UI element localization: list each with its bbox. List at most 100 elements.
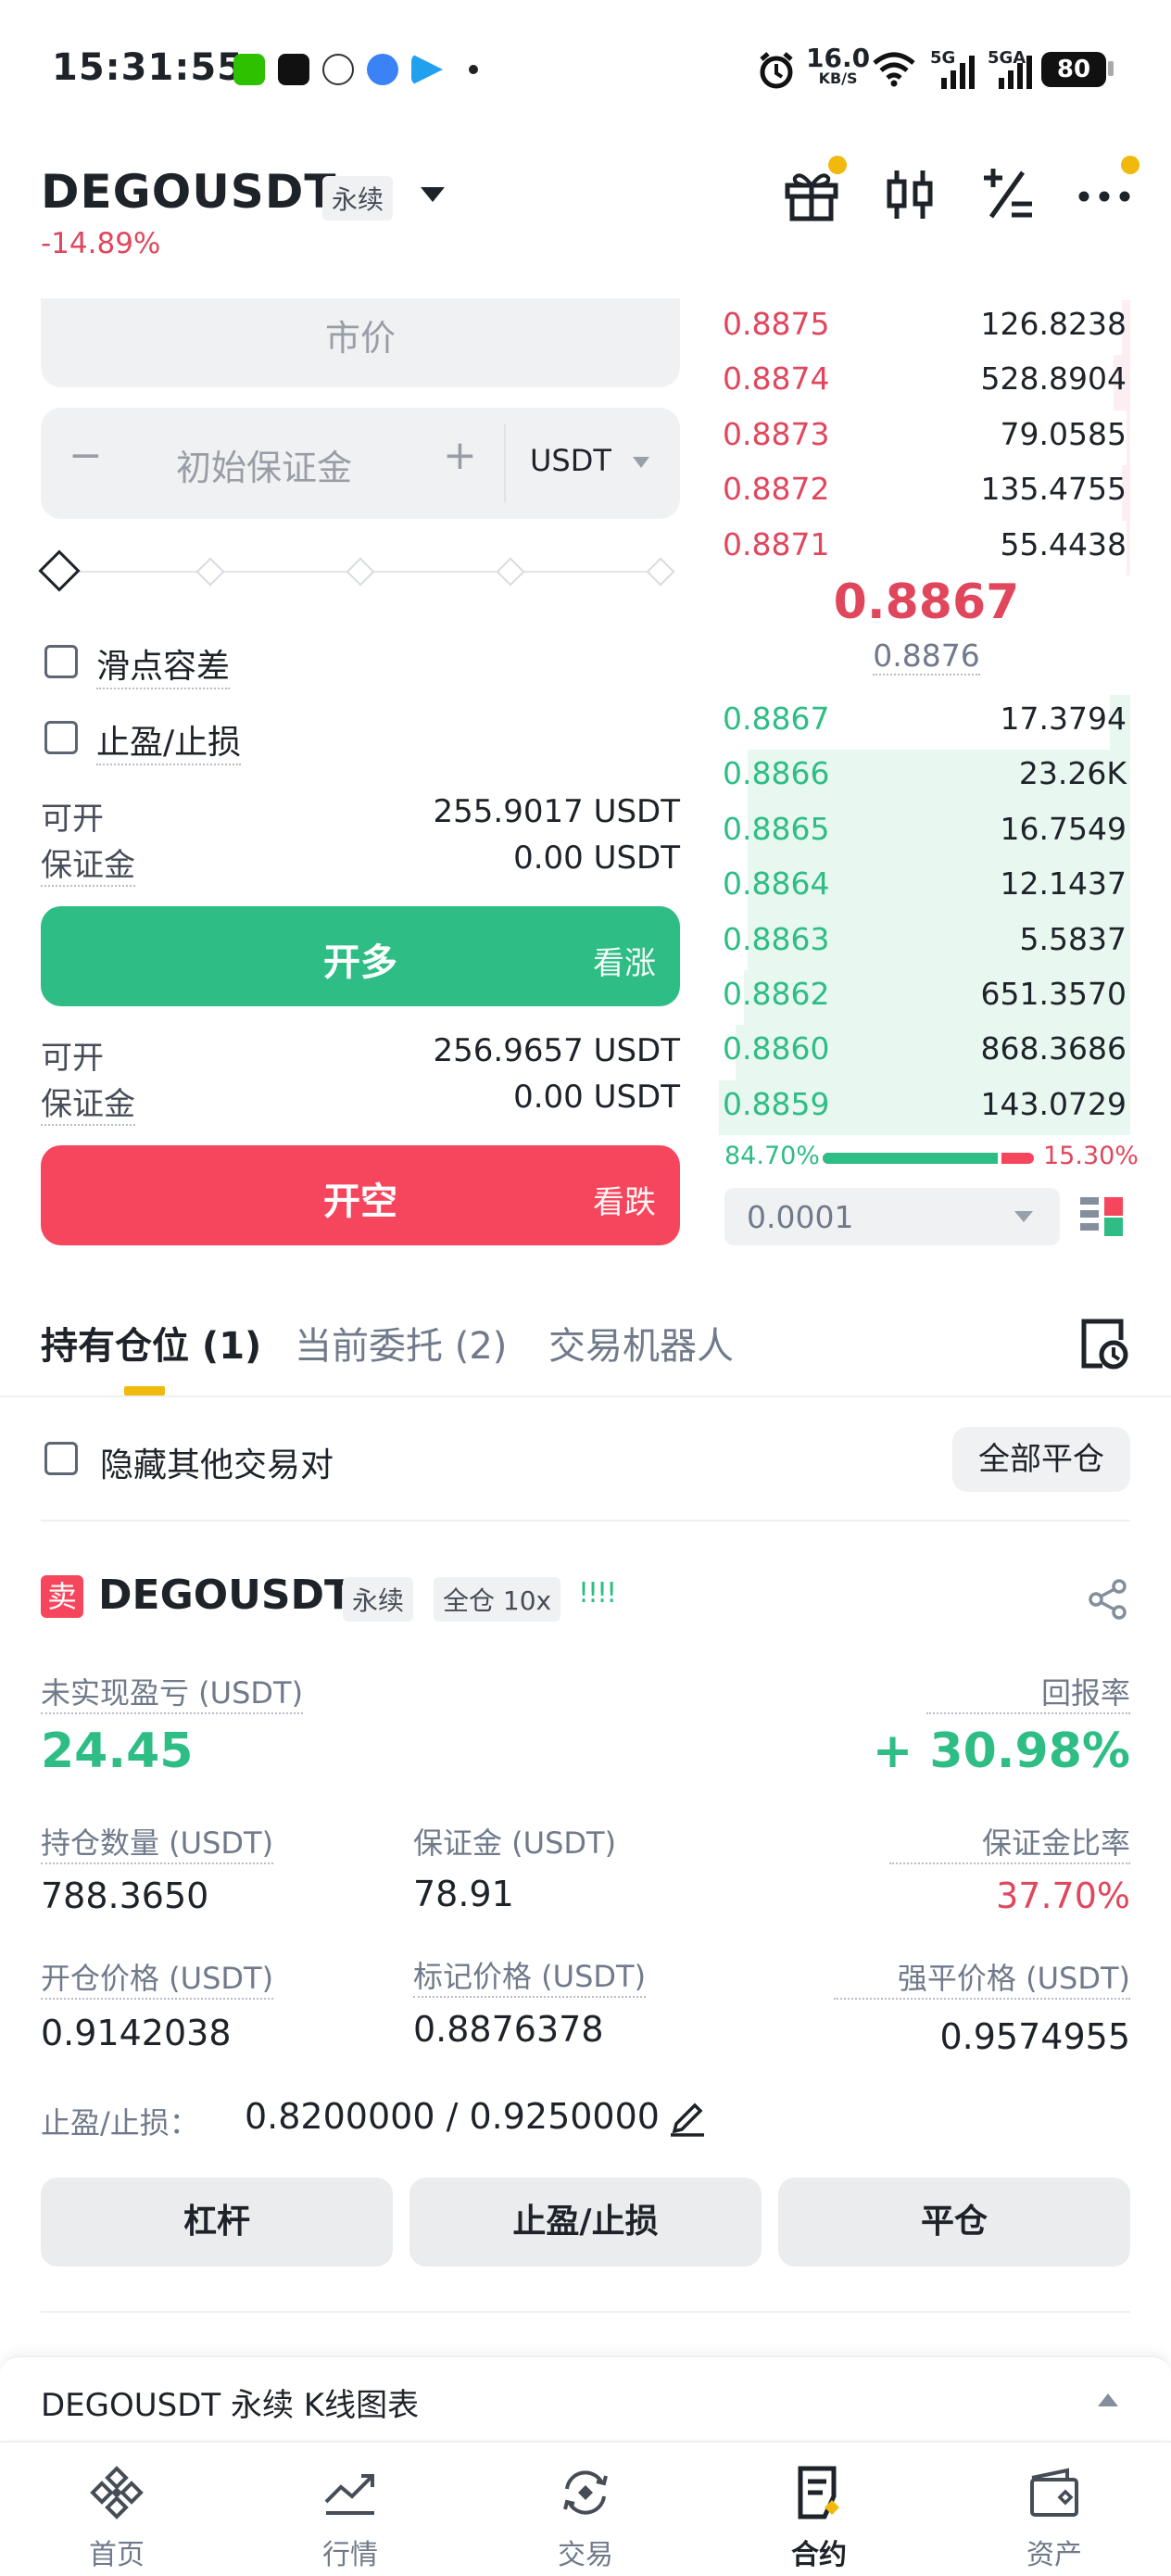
tpsl-button[interactable]: 止盈/止损 (409, 2178, 762, 2267)
slider-step[interactable] (346, 557, 375, 587)
open-long-sub: 看涨 (593, 945, 656, 982)
share-icon[interactable] (1088, 1579, 1128, 1620)
decrement-button[interactable]: − (69, 432, 103, 479)
slider-step[interactable] (195, 557, 225, 587)
currency-chevron-icon[interactable] (632, 456, 650, 469)
slippage-label[interactable]: 滑点容差 (96, 639, 231, 689)
book-qty[interactable]: 12.1437 (849, 865, 1127, 902)
tab-open-orders[interactable]: 当前委托 (2) (295, 1316, 507, 1370)
kline-panel-header[interactable]: DEGOUSDT 永续 K线图表 (0, 2355, 1171, 2439)
precision-chevron-icon (1014, 1211, 1033, 1222)
margin-ratio-label[interactable]: 保证金比率 (889, 1820, 1130, 1864)
tpsl-checkbox[interactable] (44, 721, 78, 754)
nav-assets[interactable]: 资产 (980, 2465, 1128, 2572)
slider-step[interactable] (646, 557, 675, 587)
book-qty[interactable]: 16.7549 (849, 811, 1127, 847)
short-margin-value: 0.00 USDT (513, 1079, 680, 1116)
slippage-checkbox[interactable] (44, 645, 78, 678)
book-qty[interactable]: 55.4438 (849, 526, 1127, 562)
gift-icon[interactable] (782, 165, 841, 224)
book-qty[interactable]: 5.5837 (849, 921, 1127, 957)
size-value: 788.3650 (41, 1875, 209, 1916)
leverage-button[interactable]: 杠杆 (41, 2178, 393, 2267)
futures-icon (798, 2466, 839, 2519)
mark-price-wrap[interactable]: 0.8876 (723, 638, 1130, 676)
last-price[interactable]: 0.8867 (723, 575, 1130, 630)
close-position-button[interactable]: 平仓 (778, 2178, 1130, 2267)
book-price[interactable]: 0.8863 (723, 921, 829, 957)
margin-value: 78.91 (413, 1874, 514, 1914)
hide-other-pairs-checkbox[interactable] (44, 1442, 78, 1475)
slider-step[interactable] (496, 557, 525, 587)
book-qty[interactable]: 17.3794 (849, 701, 1127, 737)
tab-trading-bots[interactable]: 交易机器人 (548, 1316, 734, 1370)
roe-label[interactable]: 回报率 (926, 1670, 1130, 1714)
chevron-up-icon[interactable] (1097, 2393, 1119, 2407)
edit-icon[interactable] (667, 2096, 708, 2137)
open-short-label: 开空 (323, 1181, 397, 1223)
open-short-button[interactable]: 开空 看跌 (41, 1145, 680, 1245)
tab-positions[interactable]: 持有仓位 (1) (41, 1316, 261, 1370)
candlestick-icon[interactable] (880, 165, 939, 224)
nav-home[interactable]: 首页 (43, 2465, 191, 2572)
increment-button[interactable]: + (443, 432, 477, 479)
tabs-divider (0, 1395, 1171, 1397)
tpsl-label[interactable]: 止盈/止损 (96, 715, 242, 765)
precision-select[interactable]: 0.0001 (724, 1188, 1060, 1245)
book-price[interactable]: 0.8871 (723, 526, 829, 562)
hide-other-pairs-label[interactable]: 隐藏其他交易对 (100, 1438, 334, 1486)
book-qty[interactable]: 135.4755 (849, 471, 1127, 507)
nav-futures[interactable]: 合约 (745, 2465, 893, 2572)
book-qty[interactable]: 23.26K (849, 755, 1127, 791)
currency-select[interactable]: USDT (530, 443, 611, 478)
calculator-icon[interactable] (978, 165, 1038, 224)
book-price[interactable]: 0.8875 (723, 306, 829, 342)
order-history-icon[interactable] (1075, 1316, 1130, 1371)
book-qty[interactable]: 126.8238 (849, 306, 1127, 342)
book-price[interactable]: 0.8874 (723, 360, 829, 397)
position-symbol[interactable]: DEGOUSDT (98, 1572, 352, 1619)
leverage-slider-handle[interactable] (38, 549, 81, 592)
book-price[interactable]: 0.8862 (723, 976, 829, 1012)
nav-markets[interactable]: 行情 (276, 2465, 424, 2572)
markets-icon (324, 2474, 374, 2515)
size-label[interactable]: 持仓数量 (USDT) (41, 1820, 274, 1864)
open-long-button[interactable]: 开多 看涨 (41, 906, 680, 1006)
video-app-icon (411, 54, 443, 85)
long-margin-label: 保证金 (41, 840, 135, 887)
mark-price-label[interactable]: 标记价格 (USDT) (413, 1953, 647, 1998)
book-layout-icon[interactable] (1078, 1193, 1125, 1240)
nav-trade[interactable]: 交易 (511, 2465, 660, 2572)
chevron-down-icon[interactable] (419, 185, 447, 204)
depth-bar (1127, 410, 1130, 466)
book-price[interactable]: 0.8865 (723, 811, 829, 847)
book-price[interactable]: 0.8860 (723, 1030, 829, 1067)
margin-input-placeholder[interactable]: 初始保证金 (176, 439, 352, 490)
book-qty[interactable]: 79.0585 (849, 416, 1127, 452)
mark-price-value: 0.8876378 (413, 2009, 604, 2050)
wallet-icon (1030, 2468, 1078, 2517)
symbol-title[interactable]: DEGOUSDT (41, 165, 336, 219)
book-price[interactable]: 0.8866 (723, 755, 829, 791)
book-price[interactable]: 0.8864 (723, 865, 829, 902)
book-price[interactable]: 0.8873 (723, 416, 829, 452)
book-qty[interactable]: 651.3570 (849, 976, 1127, 1012)
more-icon[interactable] (1075, 165, 1134, 224)
liq-price-label[interactable]: 强平价格 (USDT) (834, 1955, 1130, 2000)
entry-price-value: 0.9142038 (41, 2013, 232, 2053)
tpsl-summary-label: 止盈/止损： (41, 2105, 199, 2140)
book-price[interactable]: 0.8867 (723, 701, 829, 737)
signal-1-icon (941, 56, 975, 89)
unrealized-pnl-label[interactable]: 未实现盈亏 (USDT) (41, 1670, 304, 1714)
book-qty[interactable]: 528.8904 (849, 360, 1127, 397)
order-type-field[interactable]: 市价 (41, 298, 680, 387)
book-qty[interactable]: 868.3686 (849, 1030, 1127, 1067)
book-price[interactable]: 0.8859 (723, 1086, 829, 1122)
close-all-button[interactable]: 全部平仓 (952, 1427, 1130, 1492)
book-price[interactable]: 0.8872 (723, 471, 829, 507)
book-qty[interactable]: 143.0729 (849, 1086, 1127, 1122)
margin-input-field[interactable]: − 初始保证金 + USDT (41, 408, 680, 519)
field-divider (504, 424, 506, 502)
short-available-value: 256.9657 USDT (433, 1032, 680, 1069)
entry-price-label[interactable]: 开仓价格 (USDT) (41, 1955, 274, 2000)
